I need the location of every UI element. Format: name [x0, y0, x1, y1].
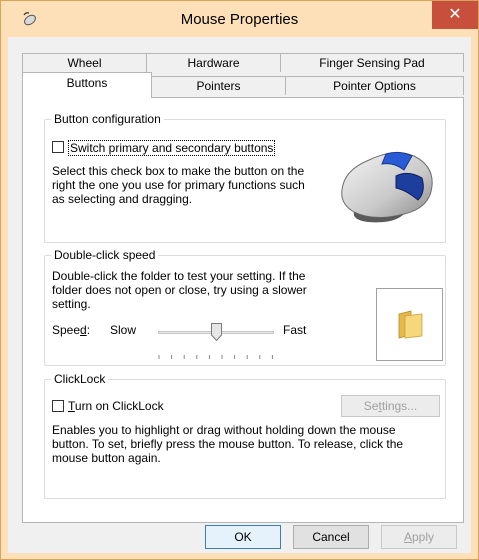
- clicklock-desc-line2: button. To set, briefly press the mouse …: [52, 437, 404, 451]
- dialog-client-area: Wheel Hardware Finger Sensing Pad Button…: [8, 37, 471, 553]
- tab-pointer-options[interactable]: Pointer Options: [285, 76, 464, 95]
- close-button[interactable]: ✕: [432, 1, 478, 29]
- tab-strip: Wheel Hardware Finger Sensing Pad Button…: [8, 37, 471, 98]
- tab-wheel[interactable]: Wheel: [22, 53, 147, 72]
- buttons-tab-panel: Button configuration Switch primary and …: [22, 97, 464, 523]
- tab-hardware[interactable]: Hardware: [146, 53, 281, 72]
- clicklock-title: ClickLock: [51, 372, 109, 386]
- switch-buttons-checkbox[interactable]: [52, 141, 64, 153]
- button-config-desc-line3: as selecting and dragging.: [52, 192, 193, 206]
- apply-button[interactable]: Apply: [381, 525, 457, 549]
- button-config-desc-line1: Select this check box to make the button…: [52, 164, 305, 178]
- cancel-button[interactable]: Cancel: [293, 525, 369, 549]
- slow-label: Slow: [110, 323, 137, 337]
- double-click-speed-title: Double-click speed: [51, 248, 159, 262]
- window-title: Mouse Properties: [180, 11, 299, 28]
- speed-label: Speed:: [52, 323, 91, 337]
- double-click-desc-line3: setting.: [52, 297, 91, 311]
- mouse-icon: [334, 140, 440, 224]
- tab-buttons[interactable]: Buttons: [22, 72, 152, 98]
- mouse-properties-window: Mouse Properties ✕ Wheel Hardware Finger…: [0, 0, 479, 560]
- double-click-desc-line1: Double-click the folder to test your set…: [52, 269, 306, 283]
- clicklock-group: ClickLock Turn on ClickLock Settings... …: [44, 372, 446, 499]
- tab-finger-sensing-pad[interactable]: Finger Sensing Pad: [280, 53, 464, 72]
- double-click-speed-group: Double-click speed Double-click the fold…: [44, 248, 446, 366]
- title-bar[interactable]: Mouse Properties ✕: [1, 1, 478, 37]
- clicklock-desc-line3: mouse button again.: [52, 451, 161, 465]
- settings-button[interactable]: Settings...: [341, 395, 440, 417]
- button-configuration-group: Button configuration Switch primary and …: [44, 112, 446, 243]
- clicklock-checkbox[interactable]: [52, 400, 64, 412]
- speed-slider-ticks: [158, 349, 274, 359]
- fast-label: Fast: [283, 323, 307, 337]
- clicklock-desc-line1: Enables you to highlight or drag without…: [52, 423, 396, 437]
- ok-button[interactable]: OK: [205, 525, 281, 549]
- tab-pointers[interactable]: Pointers: [151, 76, 286, 95]
- speed-slider-thumb[interactable]: [210, 323, 222, 342]
- clicklock-label[interactable]: Turn on ClickLock: [68, 399, 164, 413]
- close-icon: ✕: [448, 6, 462, 23]
- test-folder-area[interactable]: [376, 288, 443, 361]
- folder-icon: [397, 310, 425, 343]
- button-config-desc-line2: right the one you use for primary functi…: [52, 178, 305, 192]
- button-configuration-title: Button configuration: [51, 112, 164, 126]
- switch-buttons-label[interactable]: Switch primary and secondary buttons: [68, 140, 276, 156]
- double-click-desc-line2: folder does not open or close, try using…: [52, 283, 307, 297]
